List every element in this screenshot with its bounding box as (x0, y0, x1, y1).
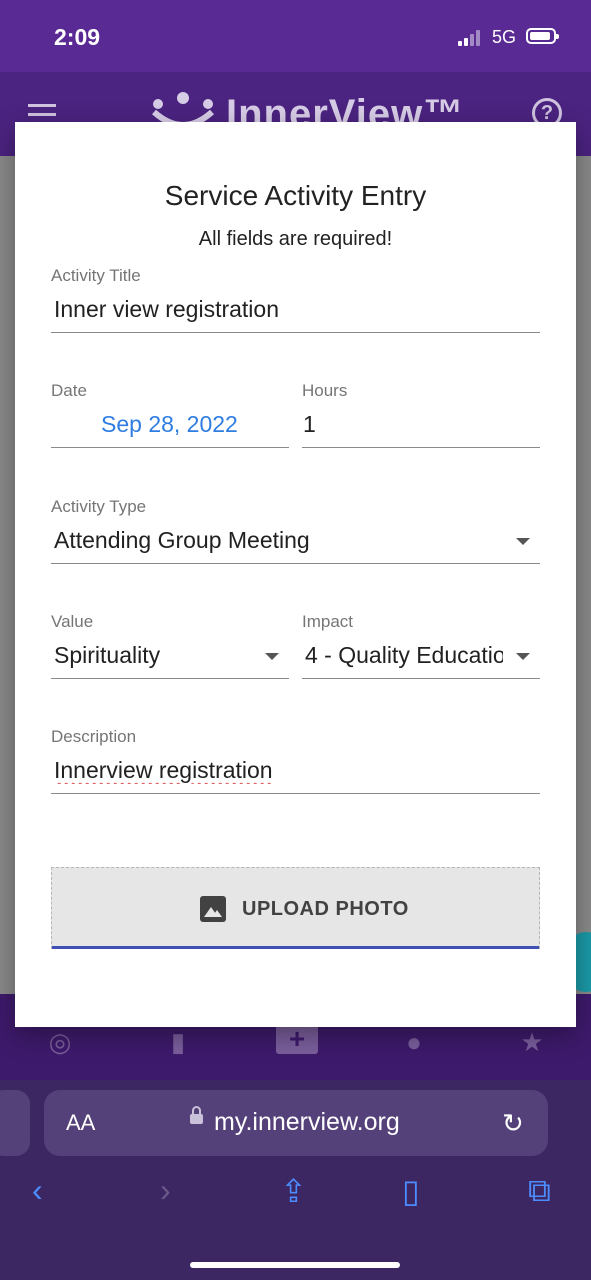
url-text: my.innerview.org (214, 1108, 400, 1136)
activity-type-value[interactable]: Attending Group Meeting (54, 527, 310, 554)
date-input[interactable]: Sep 28, 2022 (101, 411, 238, 438)
value-select[interactable]: Value Spirituality (51, 612, 289, 680)
globe-icon[interactable]: ● (400, 1028, 428, 1056)
date-label: Date (51, 381, 87, 400)
add-icon[interactable]: + (276, 1024, 318, 1054)
hours-field[interactable]: Hours 1 (302, 381, 540, 449)
dialog-title: Service Activity Entry (164, 180, 427, 211)
hours-input[interactable]: 1 (303, 411, 316, 438)
description-field[interactable]: Description Innerview registration (51, 727, 540, 795)
activity-title-label: Activity Title (51, 266, 141, 285)
chevron-down-icon[interactable] (516, 653, 530, 660)
chevron-down-icon[interactable] (265, 653, 279, 660)
activity-title-input[interactable]: Inner view registration (54, 296, 279, 323)
impact-select[interactable]: Impact 4 - Quality Education (302, 612, 540, 680)
description-input[interactable]: Innerview registration (54, 757, 273, 784)
chevron-down-icon[interactable] (516, 538, 530, 545)
browser-toolbar: AA my.innerview.org ↻ ‹ › ⇪ ▯ ⧉ (0, 1080, 591, 1280)
value-value[interactable]: Spirituality (54, 642, 244, 669)
status-time: 2:09 (54, 24, 101, 50)
lock-icon (190, 1106, 203, 1124)
value-label: Value (51, 612, 94, 631)
hours-label: Hours (302, 381, 348, 400)
reload-icon[interactable]: ↻ (502, 1108, 524, 1139)
date-field[interactable]: Date Sep 28, 2022 (51, 381, 289, 449)
upload-underline (52, 946, 539, 949)
description-label: Description (51, 727, 137, 746)
tabs-icon[interactable]: ⧉ (528, 1172, 551, 1210)
dialog-subtitle: All fields are required! (198, 228, 393, 250)
image-icon (200, 896, 226, 922)
upload-photo-label: UPLOAD PHOTO (242, 898, 409, 920)
impact-label: Impact (302, 612, 354, 631)
forward-icon[interactable]: › (160, 1172, 171, 1209)
signal-icon (458, 30, 484, 46)
address-bar[interactable]: AA my.innerview.org ↻ (44, 1090, 548, 1156)
share-icon[interactable]: ⇪ (280, 1172, 307, 1210)
activity-entry-dialog: Service Activity Entry All fields are re… (15, 122, 576, 1027)
back-icon[interactable]: ‹ (32, 1172, 43, 1209)
star-icon[interactable]: ★ (518, 1028, 546, 1056)
activity-type-label: Activity Type (51, 497, 147, 516)
bookmarks-icon[interactable]: ▯ (402, 1172, 420, 1210)
activity-title-field[interactable]: Activity Title Inner view registration (51, 266, 540, 334)
status-bar: 2:09 5G (0, 0, 591, 72)
reader-settings-button[interactable]: AA (66, 1110, 95, 1136)
upload-photo-button[interactable]: UPLOAD PHOTO (51, 867, 540, 949)
impact-value[interactable]: 4 - Quality Education (305, 642, 503, 669)
bar-chart-icon[interactable]: ▮ (164, 1028, 192, 1056)
network-label: 5G (492, 27, 517, 47)
home-indicator (190, 1262, 400, 1268)
battery-icon (526, 28, 559, 44)
activity-type-select[interactable]: Activity Type Attending Group Meeting (51, 497, 540, 565)
fingerprint-icon[interactable]: ◎ (46, 1028, 74, 1056)
previous-tab[interactable] (0, 1090, 30, 1156)
